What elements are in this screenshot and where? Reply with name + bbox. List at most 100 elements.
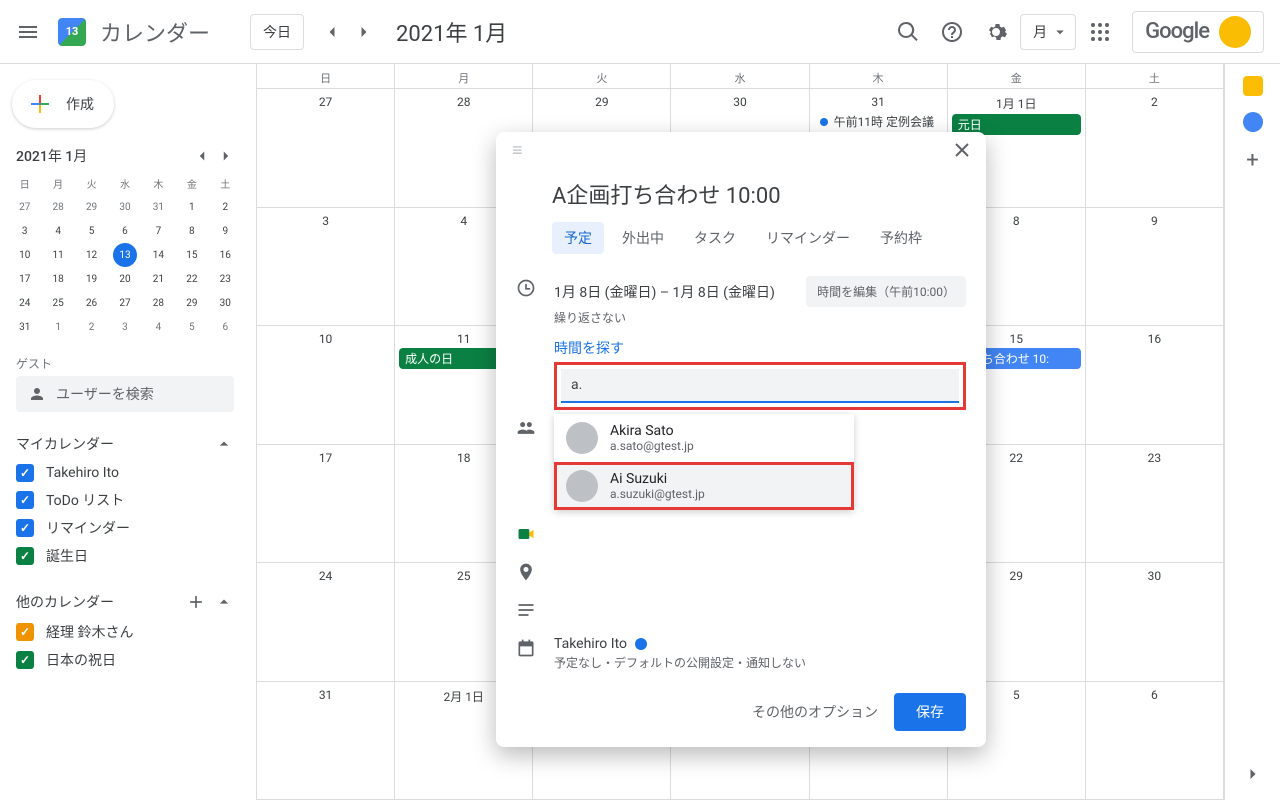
mini-calendar[interactable]: 日月火水木金土272829303112345678910111213141516… <box>8 172 242 339</box>
guest-suggestion[interactable]: Ai Suzukia.suzuki@gtest.jp <box>554 462 854 510</box>
guest-suggestion[interactable]: Akira Satoa.sato@gtest.jp <box>554 414 854 462</box>
mini-day[interactable]: 13 <box>108 243 141 267</box>
mini-day[interactable]: 5 <box>75 219 108 243</box>
mini-day[interactable]: 23 <box>209 267 242 291</box>
guest-search-box[interactable]: ユーザーを検索 <box>16 376 234 412</box>
mini-day[interactable]: 30 <box>108 195 141 219</box>
day-cell[interactable]: 9 <box>1086 208 1224 326</box>
mini-day[interactable]: 27 <box>108 291 141 315</box>
day-cell[interactable]: 2 <box>1086 89 1224 207</box>
mini-day[interactable]: 3 <box>8 219 41 243</box>
location-row[interactable] <box>496 554 986 592</box>
mini-day[interactable]: 8 <box>175 219 208 243</box>
day-cell[interactable]: 24 <box>257 563 395 681</box>
mini-day[interactable]: 2 <box>75 315 108 339</box>
mini-day[interactable]: 5 <box>175 315 208 339</box>
my-calendars-header[interactable]: マイカレンダー <box>8 428 242 460</box>
mini-day[interactable]: 4 <box>142 315 175 339</box>
add-guests-input[interactable] <box>561 369 959 403</box>
mini-day[interactable]: 24 <box>8 291 41 315</box>
calendar-checkbox[interactable] <box>16 651 34 669</box>
day-cell[interactable]: 10 <box>257 326 395 444</box>
more-options-button[interactable]: その他のオプション <box>752 702 878 722</box>
save-button[interactable]: 保存 <box>894 693 966 731</box>
calendar-item[interactable]: 日本の祝日 <box>8 646 242 674</box>
mini-day[interactable]: 28 <box>41 195 74 219</box>
event-chip[interactable]: 午前11時 定例会議 <box>814 111 943 132</box>
event-type-tab[interactable]: 予定 <box>552 222 604 254</box>
description-row[interactable] <box>496 592 986 630</box>
mini-day[interactable]: 26 <box>75 291 108 315</box>
event-repeat[interactable]: 繰り返さない <box>554 309 966 326</box>
video-meet-row[interactable] <box>496 516 986 554</box>
mini-day[interactable]: 14 <box>142 243 175 267</box>
mini-day[interactable]: 1 <box>175 195 208 219</box>
event-date-range[interactable]: 1月 8日 (金曜日) – 1月 8日 (金曜日) <box>554 282 775 302</box>
mini-day[interactable]: 2 <box>209 195 242 219</box>
event-type-tab[interactable]: 予約枠 <box>868 222 934 254</box>
create-button[interactable]: 作成 <box>12 80 114 128</box>
mini-day[interactable]: 20 <box>108 267 141 291</box>
day-cell[interactable]: 31 <box>257 682 395 800</box>
mini-day[interactable]: 30 <box>209 291 242 315</box>
calendar-checkbox[interactable] <box>16 547 34 565</box>
mini-day[interactable]: 7 <box>142 219 175 243</box>
settings-button[interactable] <box>976 12 1016 52</box>
calendar-checkbox[interactable] <box>16 519 34 537</box>
keep-icon[interactable] <box>1243 76 1263 96</box>
mini-day[interactable]: 18 <box>41 267 74 291</box>
calendar-checkbox[interactable] <box>16 491 34 509</box>
search-button[interactable] <box>888 12 928 52</box>
prev-period-button[interactable] <box>316 16 348 48</box>
event-type-tab[interactable]: タスク <box>682 222 748 254</box>
calendar-checkbox[interactable] <box>16 464 34 482</box>
day-cell[interactable]: 27 <box>257 89 395 207</box>
day-cell[interactable]: 17 <box>257 445 395 563</box>
find-time-link[interactable]: 時間を探す <box>554 338 966 358</box>
calendar-item[interactable]: 誕生日 <box>8 542 242 570</box>
day-cell[interactable]: 6 <box>1086 682 1224 800</box>
mini-day[interactable]: 28 <box>142 291 175 315</box>
mini-day[interactable]: 17 <box>8 267 41 291</box>
mini-day[interactable]: 10 <box>8 243 41 267</box>
mini-day[interactable]: 29 <box>175 291 208 315</box>
mini-day[interactable]: 1 <box>41 315 74 339</box>
mini-day[interactable]: 11 <box>41 243 74 267</box>
today-button[interactable]: 今日 <box>250 14 304 50</box>
calendar-item[interactable]: 経理 鈴木さん <box>8 618 242 646</box>
day-cell[interactable]: 30 <box>1086 563 1224 681</box>
mini-day[interactable]: 27 <box>8 195 41 219</box>
mini-day[interactable]: 29 <box>75 195 108 219</box>
mini-day[interactable]: 15 <box>175 243 208 267</box>
mini-next-button[interactable] <box>214 144 238 168</box>
owner-calendar-row[interactable]: Takehiro Ito 予定なし・デフォルトの公開設定・通知しない <box>496 630 986 677</box>
add-icon[interactable] <box>186 592 206 612</box>
event-type-tab[interactable]: リマインダー <box>754 222 862 254</box>
mini-day[interactable]: 21 <box>142 267 175 291</box>
side-panel-collapse[interactable] <box>1243 764 1263 788</box>
mini-day[interactable]: 25 <box>41 291 74 315</box>
mini-day[interactable]: 6 <box>209 315 242 339</box>
event-title-input[interactable]: A企画打ち合わせ 10:00 <box>496 168 986 222</box>
other-calendars-header[interactable]: 他のカレンダー <box>8 586 242 618</box>
mini-day[interactable]: 4 <box>41 219 74 243</box>
side-panel-add[interactable]: + <box>1246 148 1258 173</box>
google-apps-button[interactable] <box>1080 12 1120 52</box>
day-cell[interactable]: 23 <box>1086 445 1224 563</box>
day-cell[interactable]: 3 <box>257 208 395 326</box>
calendar-item[interactable]: ToDo リスト <box>8 486 242 514</box>
help-button[interactable] <box>932 12 972 52</box>
close-button[interactable] <box>946 134 978 166</box>
mini-day[interactable]: 31 <box>8 315 41 339</box>
mini-day[interactable]: 16 <box>209 243 242 267</box>
main-menu-button[interactable] <box>8 12 48 52</box>
mini-day[interactable]: 31 <box>142 195 175 219</box>
mini-day[interactable]: 22 <box>175 267 208 291</box>
mini-day[interactable]: 9 <box>209 219 242 243</box>
mini-day[interactable]: 6 <box>108 219 141 243</box>
calendar-checkbox[interactable] <box>16 623 34 641</box>
next-period-button[interactable] <box>348 16 380 48</box>
edit-time-button[interactable]: 時間を編集（午前10:00） <box>806 276 966 307</box>
mini-day[interactable]: 19 <box>75 267 108 291</box>
mini-prev-button[interactable] <box>190 144 214 168</box>
